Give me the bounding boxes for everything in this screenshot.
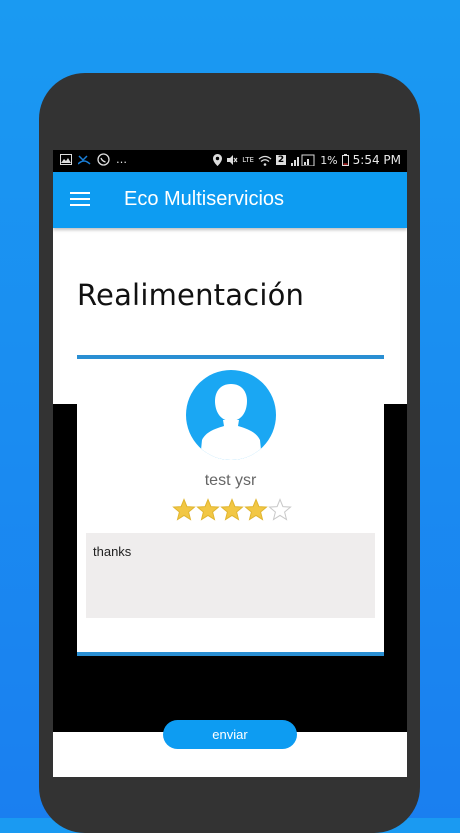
hamburger-menu-icon[interactable]	[70, 192, 90, 206]
battery-icon	[341, 154, 349, 166]
whatsapp-icon	[97, 153, 110, 166]
star-filled-icon[interactable]	[172, 498, 196, 522]
gallery-icon	[60, 154, 72, 165]
star-empty-icon[interactable]	[268, 498, 292, 522]
star-filled-icon[interactable]	[196, 498, 220, 522]
star-filled-icon[interactable]	[220, 498, 244, 522]
comment-text: thanks	[93, 544, 132, 559]
wifi-icon	[258, 155, 272, 166]
status-right-icons: LTE 2 1% 5:54 PM	[213, 153, 401, 167]
battery-percent: 1%	[320, 153, 338, 167]
star-rating[interactable]	[172, 498, 292, 522]
lte-indicator: LTE	[242, 156, 254, 164]
signal-icon	[291, 154, 315, 166]
send-button[interactable]: enviar	[163, 720, 297, 749]
status-left-icons: …	[60, 153, 127, 166]
mute-icon	[227, 155, 238, 165]
star-filled-icon[interactable]	[244, 498, 268, 522]
status-bar: … LTE 2 1% 5:54 PM	[53, 150, 407, 172]
app-screen: … LTE 2 1% 5:54 PM Eco Multiservicios Re…	[53, 150, 407, 777]
clock: 5:54 PM	[352, 153, 401, 167]
comment-box[interactable]: thanks	[86, 533, 375, 618]
location-icon	[213, 154, 223, 166]
sim-badge: 2	[275, 155, 287, 165]
avatar	[186, 370, 276, 460]
missed-call-icon	[78, 155, 91, 165]
page-title: Realimentación	[77, 278, 305, 312]
feedback-card: test ysr thanks	[77, 355, 384, 656]
more-notifications-indicator: …	[116, 153, 127, 166]
reviewer-name: test ysr	[204, 472, 257, 489]
user-silhouette-icon	[200, 384, 262, 460]
app-bar: Eco Multiservicios	[53, 172, 407, 228]
app-title: Eco Multiservicios	[124, 188, 285, 210]
